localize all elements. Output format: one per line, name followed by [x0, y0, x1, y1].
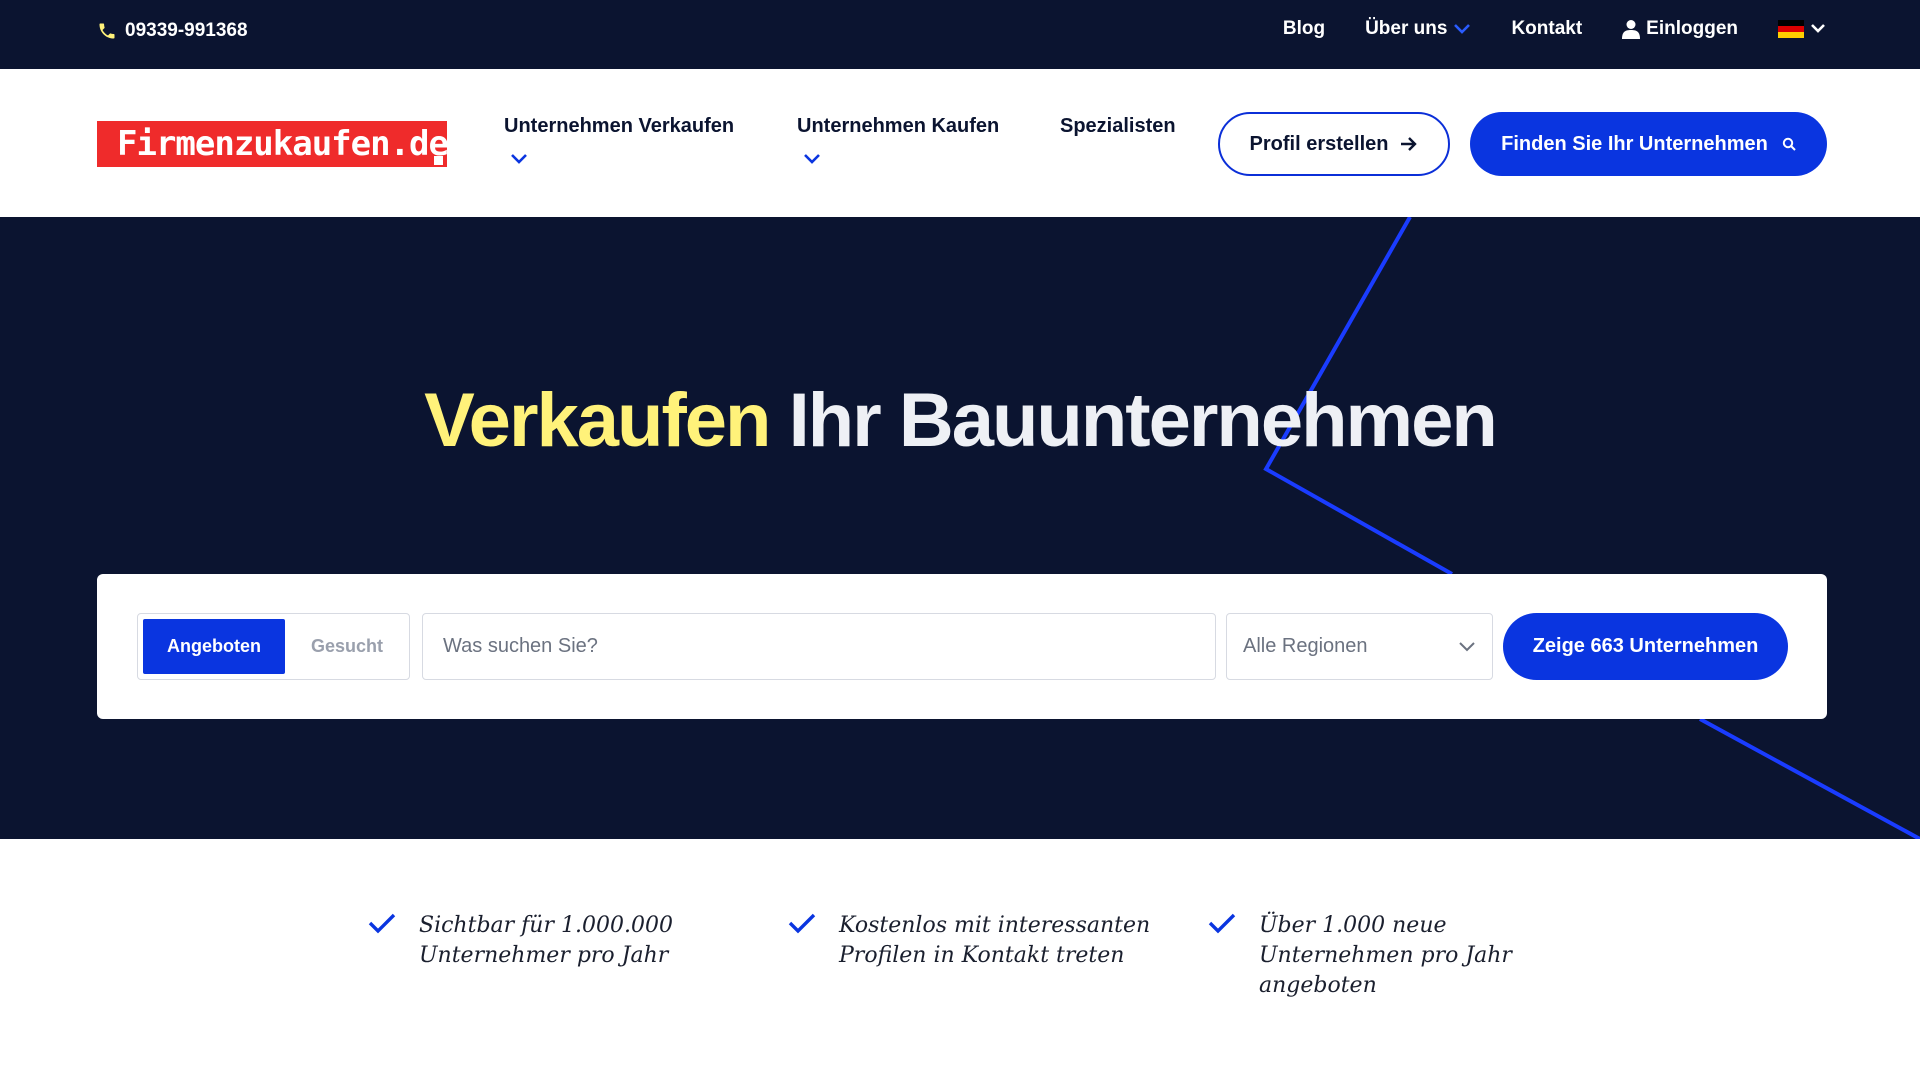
headline-highlight: Verkaufen: [424, 378, 771, 463]
benefit-item: Kostenlos mit interessanten Profilen in …: [787, 911, 1150, 971]
benefit-text: Kostenlos mit interessanten Profilen in …: [839, 911, 1150, 971]
check-icon: [1208, 913, 1236, 934]
toggle-wanted[interactable]: Gesucht: [288, 619, 406, 674]
chevron-down-icon: [511, 154, 527, 164]
decorative-lines: [1263, 217, 1920, 839]
blog-link-label: Blog: [1282, 18, 1326, 39]
create-profile-label: Profil erstellen: [1249, 132, 1389, 155]
login-link[interactable]: Einloggen: [1622, 18, 1738, 40]
language-selector[interactable]: [1778, 20, 1826, 38]
offer-type-toggle: Angeboten Gesucht: [137, 613, 410, 680]
chevron-down-icon: [1459, 641, 1475, 651]
search-input[interactable]: [422, 613, 1216, 680]
phone-number: 09339-991368: [125, 20, 248, 41]
benefit-line: Unternehmen pro Jahr: [1259, 943, 1512, 968]
chevron-down-icon: [804, 154, 820, 164]
top-bar: 09339-991368 Blog Über uns Kontakt Einlo…: [0, 0, 1920, 69]
about-dropdown[interactable]: Über uns: [1365, 18, 1471, 40]
headline-rest: Ihr Bauunternehmen: [788, 378, 1498, 463]
contact-link-label: Kontakt: [1511, 18, 1583, 39]
blog-link[interactable]: Blog: [1283, 18, 1325, 40]
german-flag-icon: [1778, 20, 1804, 38]
nav-sell-companies[interactable]: Unternehmen Verkaufen: [504, 115, 735, 164]
about-label: Über uns: [1365, 18, 1448, 39]
logo-text: Firmenzukaufen.de: [117, 124, 447, 164]
phone-icon: [99, 23, 115, 39]
benefit-item: Sichtbar für 1.000.000 Unternehmer pro J…: [367, 911, 673, 971]
benefit-line: Profilen in Kontakt treten: [839, 943, 1125, 968]
logo-dot: [434, 156, 443, 165]
benefits-section: Sichtbar für 1.000.000 Unternehmer pro J…: [0, 839, 1920, 1080]
benefit-line: Unternehmer pro Jahr: [419, 943, 669, 968]
check-icon: [368, 913, 396, 934]
chevron-down-icon: [1811, 24, 1825, 33]
benefit-line: Sichtbar für 1.000.000: [419, 913, 673, 938]
create-profile-button[interactable]: Profil erstellen: [1218, 112, 1450, 176]
benefit-line: Kostenlos mit interessanten: [839, 913, 1151, 938]
site-logo[interactable]: Firmenzukaufen.de: [97, 121, 447, 167]
benefit-text: Sichtbar für 1.000.000 Unternehmer pro J…: [419, 911, 673, 971]
region-selected-value: Alle Regionen: [1243, 635, 1368, 657]
nav-buy-companies[interactable]: Unternehmen Kaufen: [797, 115, 1000, 164]
benefit-text: Über 1.000 neue Unternehmen pro Jahr ang…: [1259, 911, 1512, 1001]
benefit-item: Über 1.000 neue Unternehmen pro Jahr ang…: [1207, 911, 1512, 1001]
user-icon: [1622, 20, 1641, 39]
benefit-line: angeboten: [1259, 973, 1377, 998]
nav-buy-label: Unternehmen Kaufen: [797, 115, 1000, 137]
check-icon: [788, 913, 816, 934]
hero-section: Verkaufen Ihr Bauunternehmen Angeboten G…: [0, 217, 1920, 839]
search-icon: [1782, 137, 1796, 151]
contact-link[interactable]: Kontakt: [1511, 18, 1582, 40]
toggle-offered[interactable]: Angeboten: [143, 619, 285, 674]
hero-headline: Verkaufen Ihr Bauunternehmen: [0, 377, 1920, 464]
nav-specialists[interactable]: Spezialisten: [1060, 115, 1176, 138]
arrow-right-icon: [1401, 137, 1418, 151]
region-select[interactable]: Alle Regionen: [1226, 613, 1493, 680]
chevron-down-icon: [1454, 24, 1471, 34]
show-companies-button[interactable]: Zeige 663 Unternehmen: [1503, 613, 1788, 680]
benefit-line: Über 1.000 neue: [1259, 913, 1447, 938]
nav-specialists-label: Spezialisten: [1060, 115, 1176, 137]
main-header: Firmenzukaufen.de Unternehmen Verkaufen …: [0, 69, 1920, 217]
nav-sell-label: Unternehmen Verkaufen: [504, 115, 735, 137]
find-company-label: Finden Sie Ihr Unternehmen: [1501, 132, 1768, 155]
login-label: Einloggen: [1646, 18, 1738, 39]
search-panel: Angeboten Gesucht Alle Regionen Zeige 66…: [97, 574, 1827, 719]
phone-contact[interactable]: 09339-991368: [97, 20, 248, 42]
find-company-button[interactable]: Finden Sie Ihr Unternehmen: [1470, 112, 1827, 176]
